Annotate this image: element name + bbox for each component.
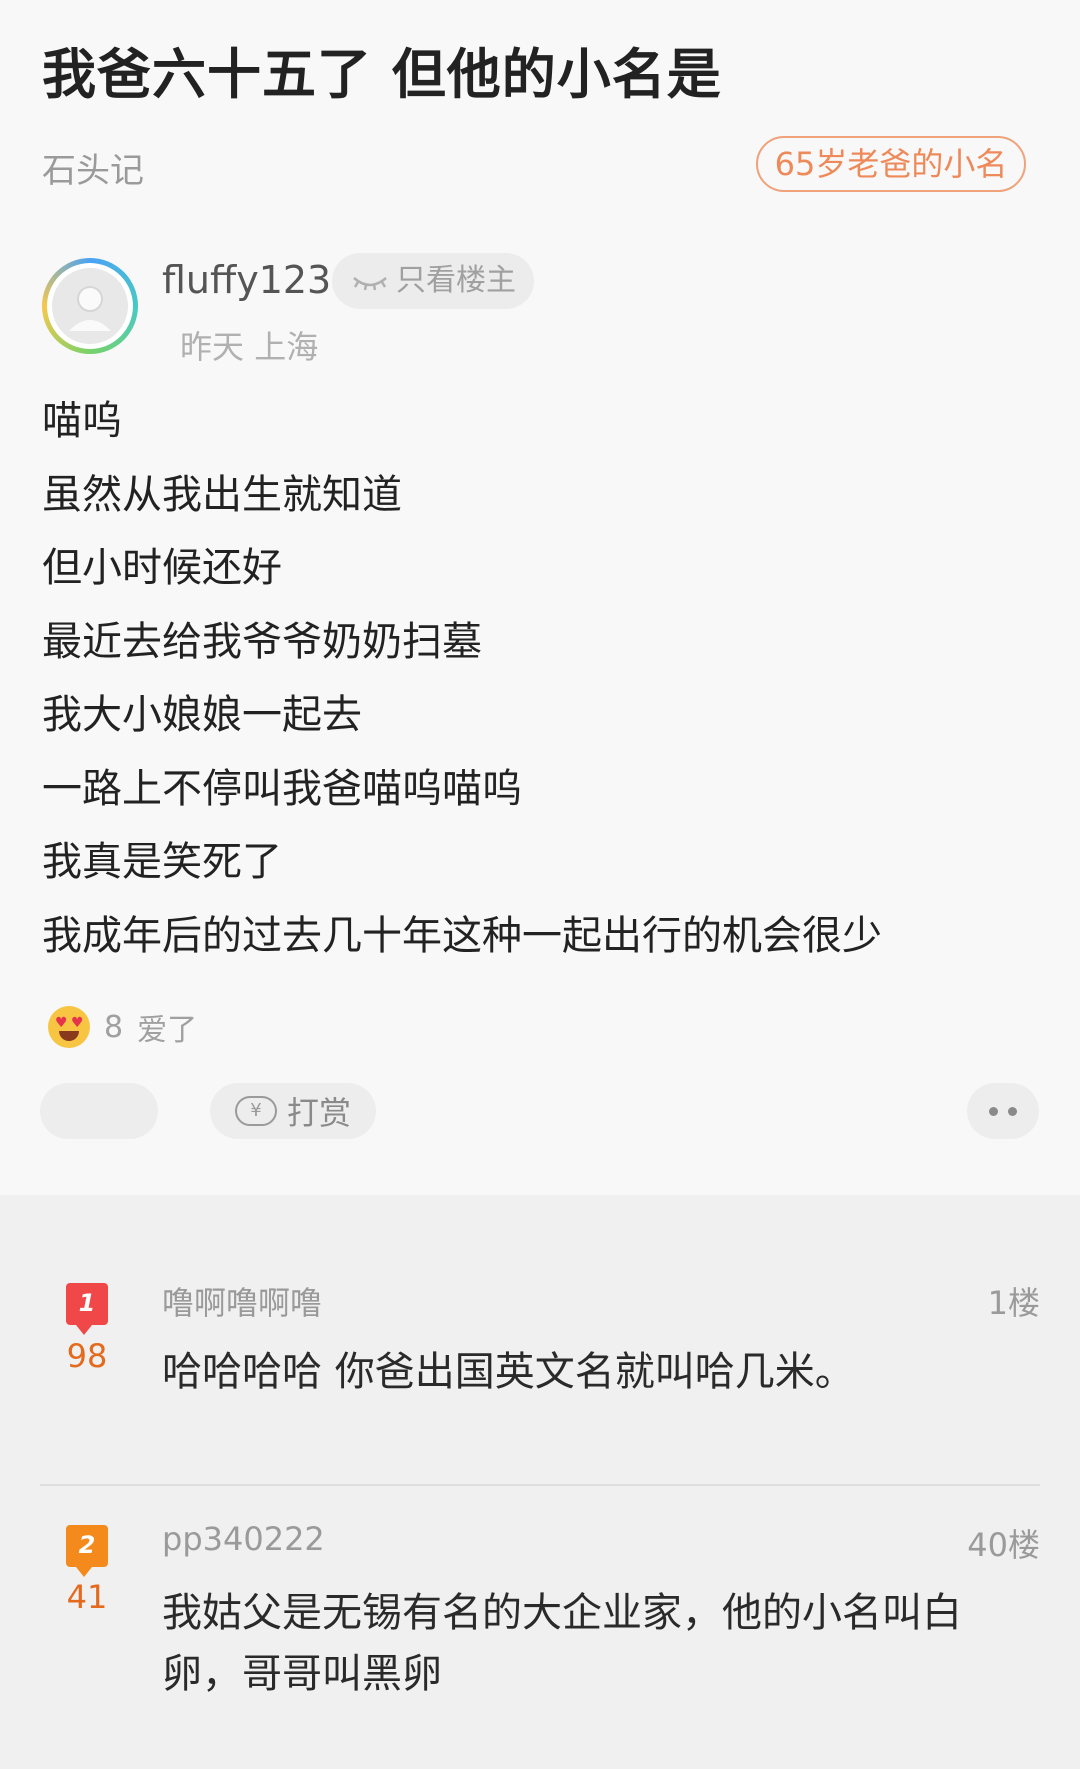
content-line: 一路上不停叫我爸喵呜喵呜: [42, 765, 522, 812]
post-location: 上海: [254, 328, 319, 366]
content-line: 我真是笑死了: [42, 839, 282, 885]
content-line: 喵呜: [42, 398, 122, 444]
author-avatar[interactable]: [42, 258, 138, 354]
content-line: 最近去给我爷爷奶奶扫墓: [42, 618, 482, 665]
comment-likes[interactable]: 41: [60, 1578, 114, 1616]
post-section: 我爸六十五了 但他的小名是 石头记 65岁老爸的小名 fluffy123 只看楼…: [0, 0, 1080, 1195]
reward-label: 打赏: [286, 1094, 351, 1132]
post-meta: 昨天 上海: [180, 322, 318, 368]
rank-badge: 1: [66, 1283, 108, 1335]
post-content: 喵呜 虽然从我出生就知道 但小时候还好 最近去给我爷爷奶奶扫墓 我大小娘娘一起去…: [42, 385, 882, 973]
post-title: 我爸六十五了 但他的小名是: [42, 43, 722, 106]
comment-username[interactable]: pp340222: [162, 1520, 325, 1558]
more-button[interactable]: [967, 1083, 1039, 1139]
more-icon: [989, 1106, 998, 1116]
topic-tag[interactable]: 65岁老爸的小名: [756, 136, 1026, 192]
content-line: 我成年后的过去几十年这种一起出行的机会很少: [42, 912, 882, 959]
comment-text: 我姑父是无锡有名的大企业家，他的小名叫白卵，哥哥叫黑卵: [162, 1590, 962, 1697]
content-line: 我大小娘娘一起去: [42, 692, 362, 738]
comment-username[interactable]: 噜啊噜啊噜: [162, 1278, 322, 1324]
only-op-button[interactable]: 只看楼主: [332, 253, 534, 309]
comment-floor: 40楼: [967, 1526, 1040, 1564]
post-time: 昨天: [180, 328, 245, 366]
reaction-label: 爱了: [137, 1013, 198, 1048]
avatar-placeholder-icon: [69, 286, 111, 331]
react-button[interactable]: [40, 1083, 158, 1139]
group-name[interactable]: 石头记: [42, 143, 144, 192]
comment-divider: [40, 1484, 1040, 1486]
rank-badge: 2: [66, 1525, 108, 1577]
comment-likes[interactable]: 98: [60, 1337, 114, 1375]
eye-icon: [353, 277, 387, 291]
reaction-summary[interactable]: ♥ ♥ 8 爱了: [48, 1005, 197, 1049]
author-name[interactable]: fluffy123: [162, 258, 331, 302]
heart-eyes-emoji-icon: ♥ ♥: [48, 1006, 90, 1048]
reaction-count: 8: [104, 1009, 124, 1045]
reward-button[interactable]: ¥ 打赏: [210, 1083, 376, 1139]
comment-floor: 1楼: [987, 1284, 1040, 1322]
comment-text: 哈哈哈哈 你爸出国英文名就叫哈几米。: [162, 1349, 855, 1395]
content-line: 但小时候还好: [42, 545, 282, 591]
only-op-label: 只看楼主: [396, 263, 516, 298]
yen-icon: ¥: [234, 1096, 277, 1126]
content-line: 虽然从我出生就知道: [42, 471, 402, 518]
